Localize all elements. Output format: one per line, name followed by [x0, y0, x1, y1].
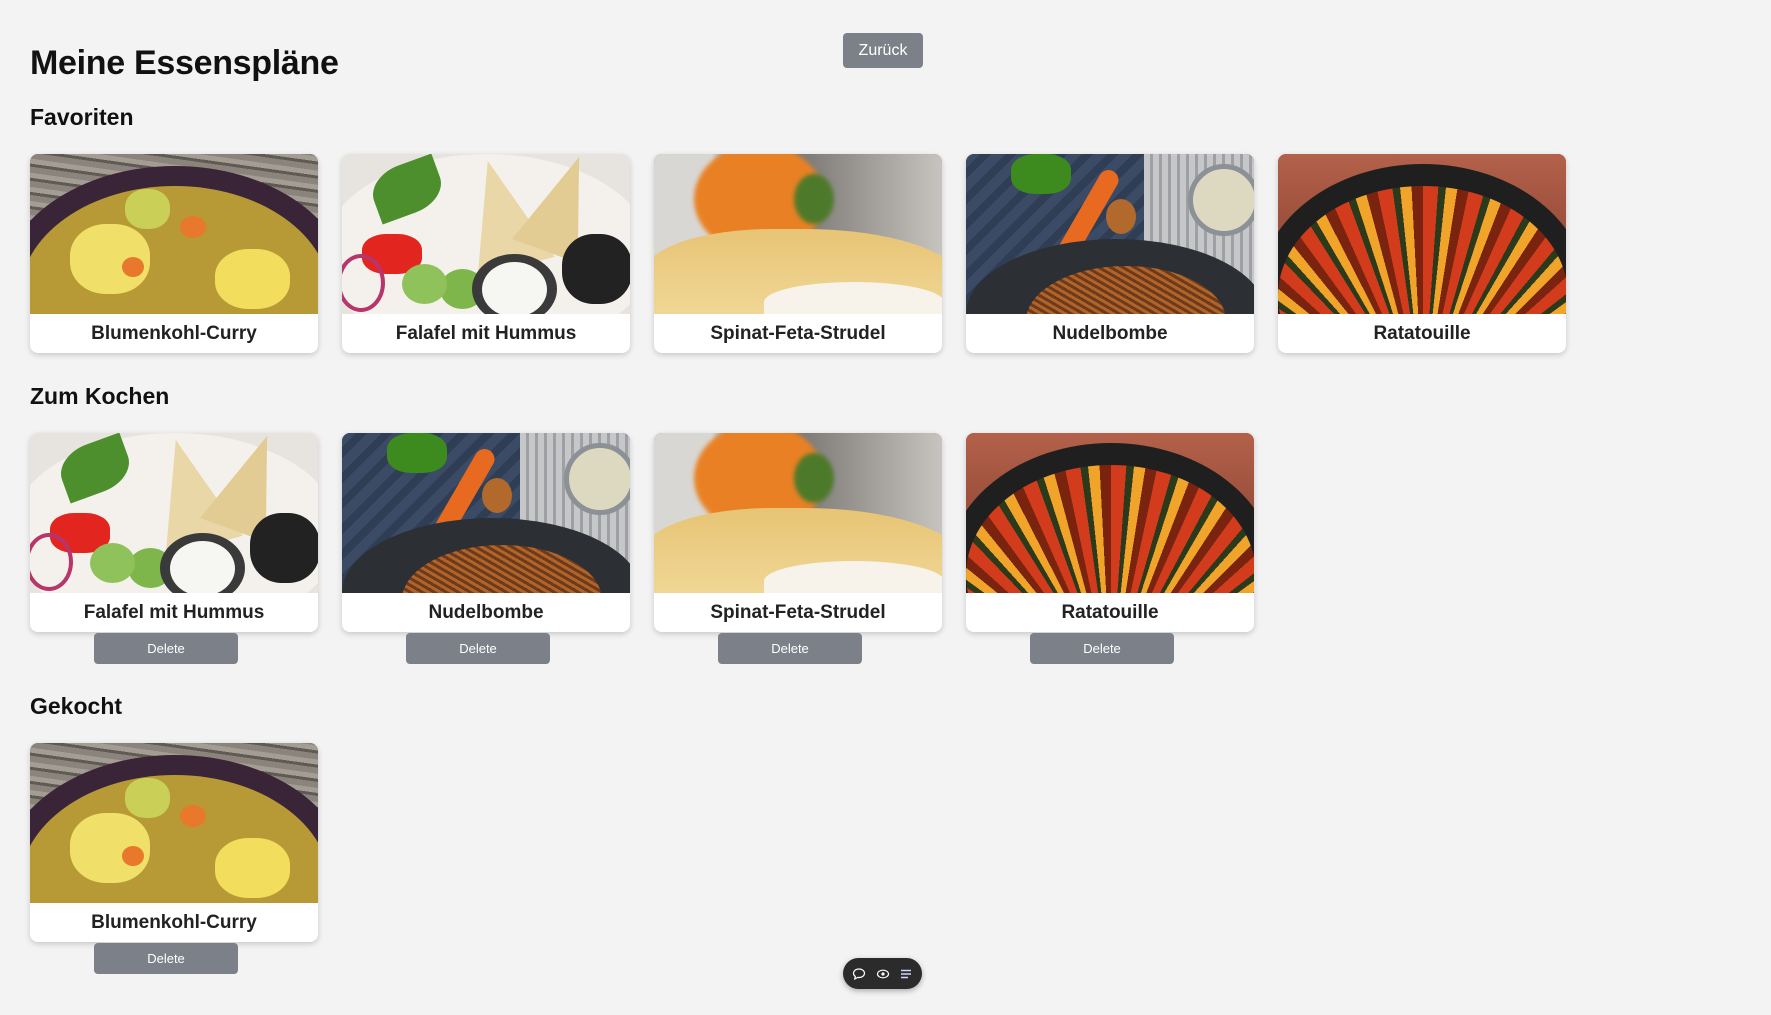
recipe-name: Falafel mit Hummus [83, 601, 265, 623]
recipe-card[interactable]: Ratatouille [1278, 154, 1566, 353]
recipe-image [342, 433, 630, 593]
floating-toolbar [843, 958, 922, 989]
eye-icon[interactable] [875, 966, 891, 982]
recipe-card[interactable]: Blumenkohl-Curry [30, 154, 318, 353]
delete-button[interactable]: Delete [718, 633, 862, 664]
back-button[interactable]: Zurück [843, 33, 923, 68]
recipe-name: Ratatouille [1373, 322, 1471, 344]
recipe-image [654, 154, 942, 314]
recipe-card[interactable]: Falafel mit Hummus [342, 154, 630, 353]
recipe-name: Ratatouille [1061, 601, 1159, 623]
delete-button[interactable]: Delete [406, 633, 550, 664]
recipe-card[interactable]: Spinat-Feta-Strudel [654, 433, 942, 632]
favoriten-row: Blumenkohl-Curry Falafel mit Hummus Spin… [30, 154, 1566, 353]
recipe-name: Nudelbombe [428, 601, 544, 623]
recipe-card[interactable]: Ratatouille [966, 433, 1254, 632]
recipe-card[interactable]: Blumenkohl-Curry [30, 743, 318, 942]
recipe-card[interactable]: Falafel mit Hummus [30, 433, 318, 632]
section-title-zum-kochen: Zum Kochen [30, 383, 170, 409]
recipe-image [342, 154, 630, 314]
delete-button[interactable]: Delete [1030, 633, 1174, 664]
recipe-image [30, 743, 318, 903]
recipe-card[interactable]: Spinat-Feta-Strudel [654, 154, 942, 353]
recipe-card[interactable]: Nudelbombe [966, 154, 1254, 353]
recipe-name: Blumenkohl-Curry [91, 322, 257, 344]
recipe-image [30, 154, 318, 314]
recipe-image [966, 433, 1254, 593]
recipe-name: Blumenkohl-Curry [91, 911, 257, 933]
recipe-image [654, 433, 942, 593]
recipe-name: Falafel mit Hummus [395, 322, 577, 344]
recipe-name: Nudelbombe [1052, 322, 1168, 344]
delete-button[interactable]: Delete [94, 633, 238, 664]
section-title-gekocht: Gekocht [30, 693, 123, 719]
recipe-image [1278, 154, 1566, 314]
recipe-image [30, 433, 318, 593]
recipe-image [966, 154, 1254, 314]
list-icon[interactable] [898, 966, 914, 982]
zum-kochen-row: Falafel mit Hummus Delete Nudelbombe Del… [30, 433, 1254, 664]
gekocht-row: Blumenkohl-Curry Delete [30, 743, 318, 974]
recipe-name: Spinat-Feta-Strudel [710, 322, 886, 344]
comment-icon[interactable] [851, 966, 867, 982]
section-title-favoriten: Favoriten [30, 104, 134, 130]
recipe-card[interactable]: Nudelbombe [342, 433, 630, 632]
recipe-name: Spinat-Feta-Strudel [710, 601, 886, 623]
page-title: Meine Essenspläne [30, 44, 339, 82]
delete-button[interactable]: Delete [94, 943, 238, 974]
